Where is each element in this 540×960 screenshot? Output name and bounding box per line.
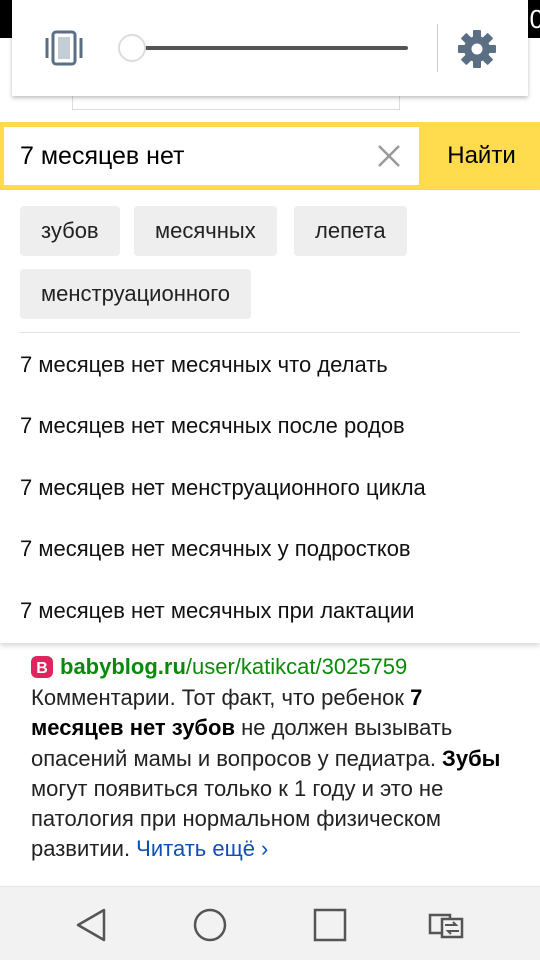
- babyblog-icon: B: [31, 655, 53, 678]
- search-button[interactable]: Найти: [423, 122, 540, 190]
- suggestion-chip[interactable]: зубов: [20, 206, 120, 256]
- result-path-link[interactable]: /user/katikcat/3025759: [186, 654, 407, 679]
- vibrate-icon[interactable]: [42, 26, 86, 70]
- suggestion-chip[interactable]: лепета: [294, 206, 407, 256]
- divider: [20, 332, 520, 333]
- snippet-highlight: Зубы: [442, 745, 501, 771]
- quick-settings-panel: [12, 0, 528, 96]
- divider: [437, 24, 438, 72]
- result-domain-link[interactable]: babyblog.ru: [60, 654, 186, 679]
- suggestion-chip[interactable]: менструационного: [20, 269, 251, 319]
- search-result: B babyblog.ru/user/katikcat/3025759 Комм…: [31, 652, 511, 865]
- suggestion-item[interactable]: 7 месяцев нет месячных при лактации: [20, 591, 520, 631]
- brightness-slider-thumb[interactable]: [118, 34, 146, 62]
- switch-app-icon[interactable]: [426, 905, 466, 945]
- close-icon[interactable]: [376, 143, 402, 169]
- result-snippet: Комментарии. Тот факт, что ребенок 7 мес…: [31, 683, 511, 865]
- svg-text:B: B: [36, 660, 48, 677]
- home-icon[interactable]: [190, 905, 230, 945]
- suggestion-item[interactable]: 7 месяцев нет менструационного цикла: [20, 468, 520, 508]
- suggestion-item[interactable]: 7 месяцев нет месячных что делать: [20, 345, 520, 385]
- brightness-slider-track[interactable]: [130, 46, 408, 50]
- gear-icon[interactable]: [456, 28, 498, 70]
- suggestions-dropdown: зубов месячных лепета менструационного 7…: [0, 190, 540, 643]
- status-clock: 0: [529, 4, 540, 34]
- recents-icon[interactable]: [310, 905, 350, 945]
- search-box: [4, 127, 419, 185]
- back-icon[interactable]: [72, 905, 112, 945]
- search-input[interactable]: [20, 137, 370, 175]
- navigation-bar: [0, 886, 540, 960]
- read-more-link[interactable]: Читать ещё ›: [136, 836, 268, 861]
- result-source: B babyblog.ru/user/katikcat/3025759: [31, 652, 511, 682]
- suggestion-chip[interactable]: месячных: [134, 206, 277, 256]
- suggestion-item[interactable]: 7 месяцев нет месячных у подростков: [20, 529, 520, 569]
- snippet-text: Комментарии. Тот факт, что ребенок: [31, 685, 411, 710]
- suggestion-item[interactable]: 7 месяцев нет месячных после родов: [20, 406, 520, 446]
- search-bar: Найти: [0, 122, 540, 190]
